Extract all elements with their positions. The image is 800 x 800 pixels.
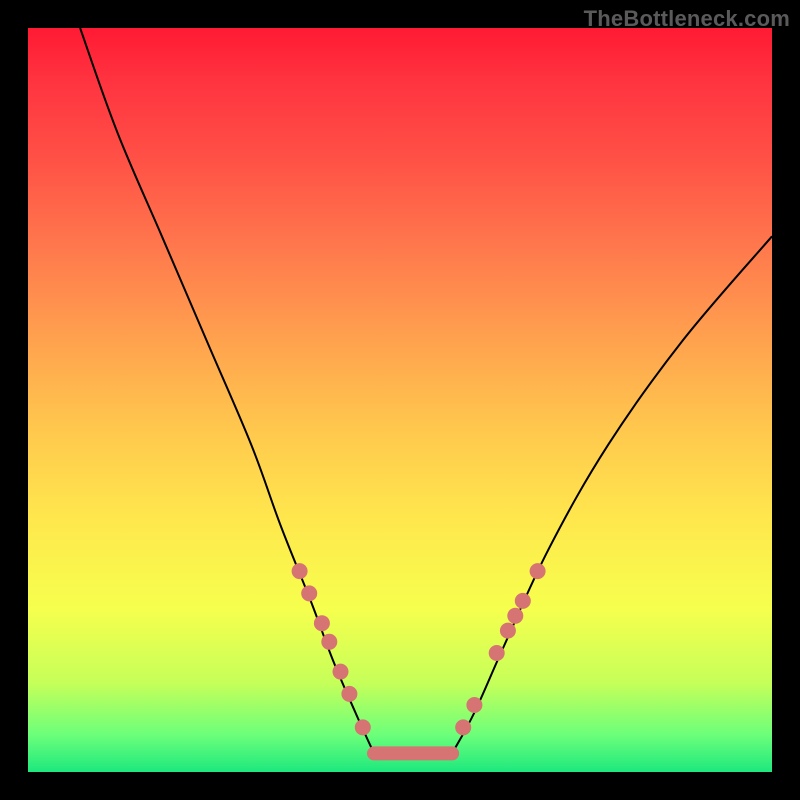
marker-dot <box>515 593 531 609</box>
chart-frame: TheBottleneck.com <box>0 0 800 800</box>
marker-dot <box>292 563 308 579</box>
marker-dot <box>301 585 317 601</box>
marker-dot <box>355 719 371 735</box>
curve-svg <box>28 28 772 772</box>
marker-dot <box>314 615 330 631</box>
marker-dot <box>466 697 482 713</box>
marker-dot <box>489 645 505 661</box>
marker-dot <box>321 634 337 650</box>
watermark-label: TheBottleneck.com <box>584 6 790 32</box>
curve-right <box>452 236 772 753</box>
marker-dot <box>530 563 546 579</box>
plot-area <box>28 28 772 772</box>
marker-dot <box>455 719 471 735</box>
marker-dot <box>500 623 516 639</box>
marker-dot <box>507 608 523 624</box>
marker-dot <box>341 686 357 702</box>
marker-dot <box>333 664 349 680</box>
